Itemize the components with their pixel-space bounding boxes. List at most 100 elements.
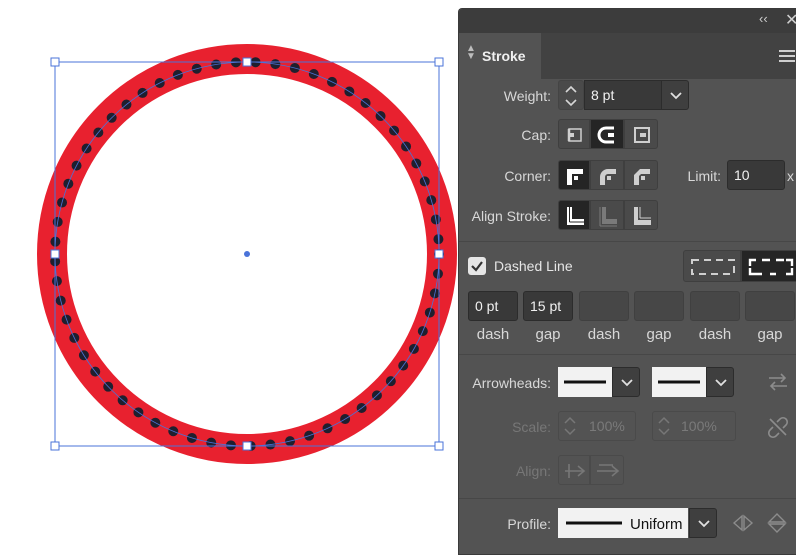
center-point [244, 251, 250, 257]
gap-2-label: gap [646, 326, 672, 343]
chevron-down-icon [715, 379, 727, 387]
start-scale-input[interactable]: 100% [558, 411, 636, 441]
projecting-cap-icon [634, 127, 650, 143]
end-scale-value: 100% [681, 418, 717, 434]
stepper-arrows-icon [565, 85, 577, 107]
gap-3-input[interactable] [745, 291, 795, 321]
handle-bottom-right[interactable] [434, 441, 444, 451]
handle-right[interactable] [434, 249, 444, 259]
bevel-join-button[interactable] [624, 160, 658, 190]
align-dash-corners-icon [748, 258, 794, 276]
dash-2-label: dash [587, 326, 621, 343]
stroke-panel: ‹‹ ✕ ▲ ▼ Stroke Weight: 8 pt Cap: Corner… [458, 8, 796, 555]
arrow-place-icon [597, 464, 620, 477]
scale-label: Scale: [512, 419, 551, 435]
cap-label: Cap: [521, 127, 551, 143]
gap-1-input[interactable]: 15 pt [523, 291, 573, 321]
projecting-cap-button[interactable] [624, 119, 658, 149]
start-arrowhead-dropdown[interactable] [612, 367, 640, 397]
align-label: Align: [515, 463, 551, 479]
swap-arrows-icon[interactable] [765, 370, 791, 394]
align-inside-button[interactable] [590, 200, 624, 230]
handle-top-left[interactable] [50, 57, 60, 67]
handle-top[interactable] [242, 57, 252, 67]
panel-tab-row: ▲ ▼ Stroke [459, 33, 796, 79]
limit-label: Limit: [687, 168, 721, 184]
handle-top-right[interactable] [434, 57, 444, 67]
align-stroke-outside-icon [634, 207, 651, 225]
miter-limit-input[interactable]: 10 [727, 160, 785, 190]
align-center-button[interactable] [558, 200, 590, 230]
arrow-place-button[interactable] [590, 455, 624, 485]
limit-suffix: x [787, 168, 794, 184]
panel-header-bar: ‹‹ ✕ [459, 9, 796, 33]
hamburger-menu-icon[interactable] [779, 50, 795, 65]
chevron-down-icon [698, 520, 710, 528]
handle-bottom-left[interactable] [50, 441, 60, 451]
dash-2-input[interactable] [579, 291, 629, 321]
flip-across-icon[interactable] [765, 512, 789, 534]
gap-3-label: gap [757, 326, 783, 343]
preserve-dash-button[interactable] [683, 250, 741, 282]
chevron-down-icon [670, 92, 682, 100]
preserve-dash-icon [691, 259, 735, 275]
artboard-canvas[interactable] [0, 0, 460, 544]
profile-label: Profile: [507, 516, 551, 532]
handle-left[interactable] [50, 249, 60, 259]
weight-label: Weight: [503, 88, 551, 104]
butt-cap-icon [567, 128, 582, 142]
dash-3-input[interactable] [690, 291, 740, 321]
end-arrowhead-dropdown[interactable] [706, 367, 734, 397]
stepper-arrows-icon [658, 416, 670, 436]
align-dash-corners-button[interactable] [741, 250, 796, 282]
end-scale-input[interactable]: 100% [652, 411, 736, 441]
divider [459, 354, 796, 355]
align-stroke-inside-icon [599, 207, 617, 227]
chevron-down-icon [621, 379, 633, 387]
handle-bottom[interactable] [242, 441, 252, 451]
align-outside-button[interactable] [624, 200, 658, 230]
divider [459, 498, 796, 499]
plain-line-icon [658, 380, 700, 384]
align-stroke-center-icon [567, 207, 584, 225]
dashed-line-label: Dashed Line [494, 258, 573, 274]
corner-label: Corner: [504, 168, 551, 184]
updown-arrows-icon: ▲ ▼ [466, 43, 476, 62]
profile-select[interactable]: Uniform [558, 508, 688, 538]
start-arrowhead-select[interactable] [558, 367, 612, 397]
round-cap-button[interactable] [590, 119, 624, 149]
profile-value: Uniform [630, 516, 683, 533]
bevel-join-icon [634, 169, 650, 185]
round-cap-icon [597, 126, 614, 144]
miter-join-button[interactable] [558, 160, 590, 190]
checkmark-icon [471, 261, 483, 272]
profile-dropdown[interactable] [689, 508, 717, 538]
arrow-extend-button[interactable] [558, 455, 590, 485]
round-join-icon [600, 169, 616, 185]
round-join-button[interactable] [590, 160, 624, 190]
weight-stepper[interactable] [558, 80, 584, 110]
weight-dropdown[interactable] [661, 80, 689, 110]
stepper-arrows-icon [564, 416, 576, 436]
weight-input[interactable]: 8 pt [584, 80, 662, 110]
arrow-extend-icon [565, 464, 586, 478]
arrowheads-label: Arrowheads: [472, 375, 551, 391]
butt-cap-button[interactable] [558, 119, 590, 149]
artwork [37, 44, 457, 464]
close-icon[interactable]: ✕ [785, 10, 796, 30]
dash-1-input[interactable]: 0 pt [468, 291, 518, 321]
gap-2-input[interactable] [634, 291, 684, 321]
divider [459, 241, 796, 242]
end-arrowhead-select[interactable] [652, 367, 706, 397]
dash-3-label: dash [698, 326, 732, 343]
tab-stroke[interactable]: ▲ ▼ Stroke [459, 33, 541, 79]
tab-stroke-label: Stroke [482, 48, 526, 64]
unlink-icon[interactable] [765, 414, 791, 440]
align-stroke-label: Align Stroke: [471, 208, 551, 224]
dash-1-label: dash [476, 326, 510, 343]
flip-along-icon[interactable] [731, 512, 755, 534]
dashed-line-checkbox[interactable] [468, 257, 486, 275]
start-scale-value: 100% [589, 418, 625, 434]
double-chevron-left-icon[interactable]: ‹‹ [759, 11, 768, 26]
plain-line-icon [564, 380, 606, 384]
